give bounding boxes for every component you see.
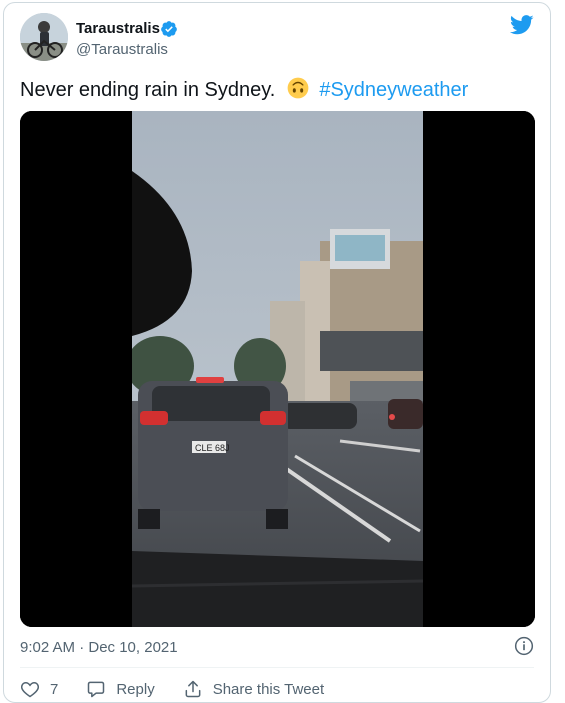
verified-badge-icon	[161, 21, 177, 37]
tweet-video[interactable]: CLE 68J	[20, 111, 535, 627]
author-handle[interactable]: @Taraustralis	[76, 41, 168, 58]
reply-icon	[88, 681, 105, 698]
reply-button[interactable]: Reply	[86, 679, 155, 699]
share-label: Share this Tweet	[212, 680, 325, 698]
twitter-bird-icon[interactable]	[510, 15, 534, 35]
tweet-timestamp[interactable]: 9:02 AM · Dec 10, 2021	[20, 639, 178, 656]
info-icon[interactable]	[514, 636, 534, 656]
tweet-actions: 7 Reply Share this Tweet	[20, 677, 352, 701]
tweet-card: Taraustralis @Taraustralis Never ending …	[3, 2, 551, 703]
upside-down-face-emoji-icon	[287, 77, 309, 99]
tweet-text: Never ending rain in Sydney. #Sydneyweat…	[20, 77, 468, 102]
hashtag-link[interactable]: #Sydneyweather	[319, 79, 468, 101]
divider	[20, 667, 534, 668]
like-button[interactable]: 7	[20, 679, 58, 699]
license-plate-text: CLE 68J	[195, 443, 230, 453]
author-avatar[interactable]	[20, 13, 68, 61]
share-icon	[185, 680, 201, 698]
reply-label: Reply	[116, 680, 155, 698]
share-button[interactable]: Share this Tweet	[183, 679, 324, 699]
like-count: 7	[50, 680, 59, 698]
video-frame: CLE 68J	[20, 111, 535, 627]
heart-icon	[20, 681, 40, 698]
tweet-body: Never ending rain in Sydney.	[20, 79, 276, 101]
author-name[interactable]: Taraustralis	[76, 20, 160, 37]
